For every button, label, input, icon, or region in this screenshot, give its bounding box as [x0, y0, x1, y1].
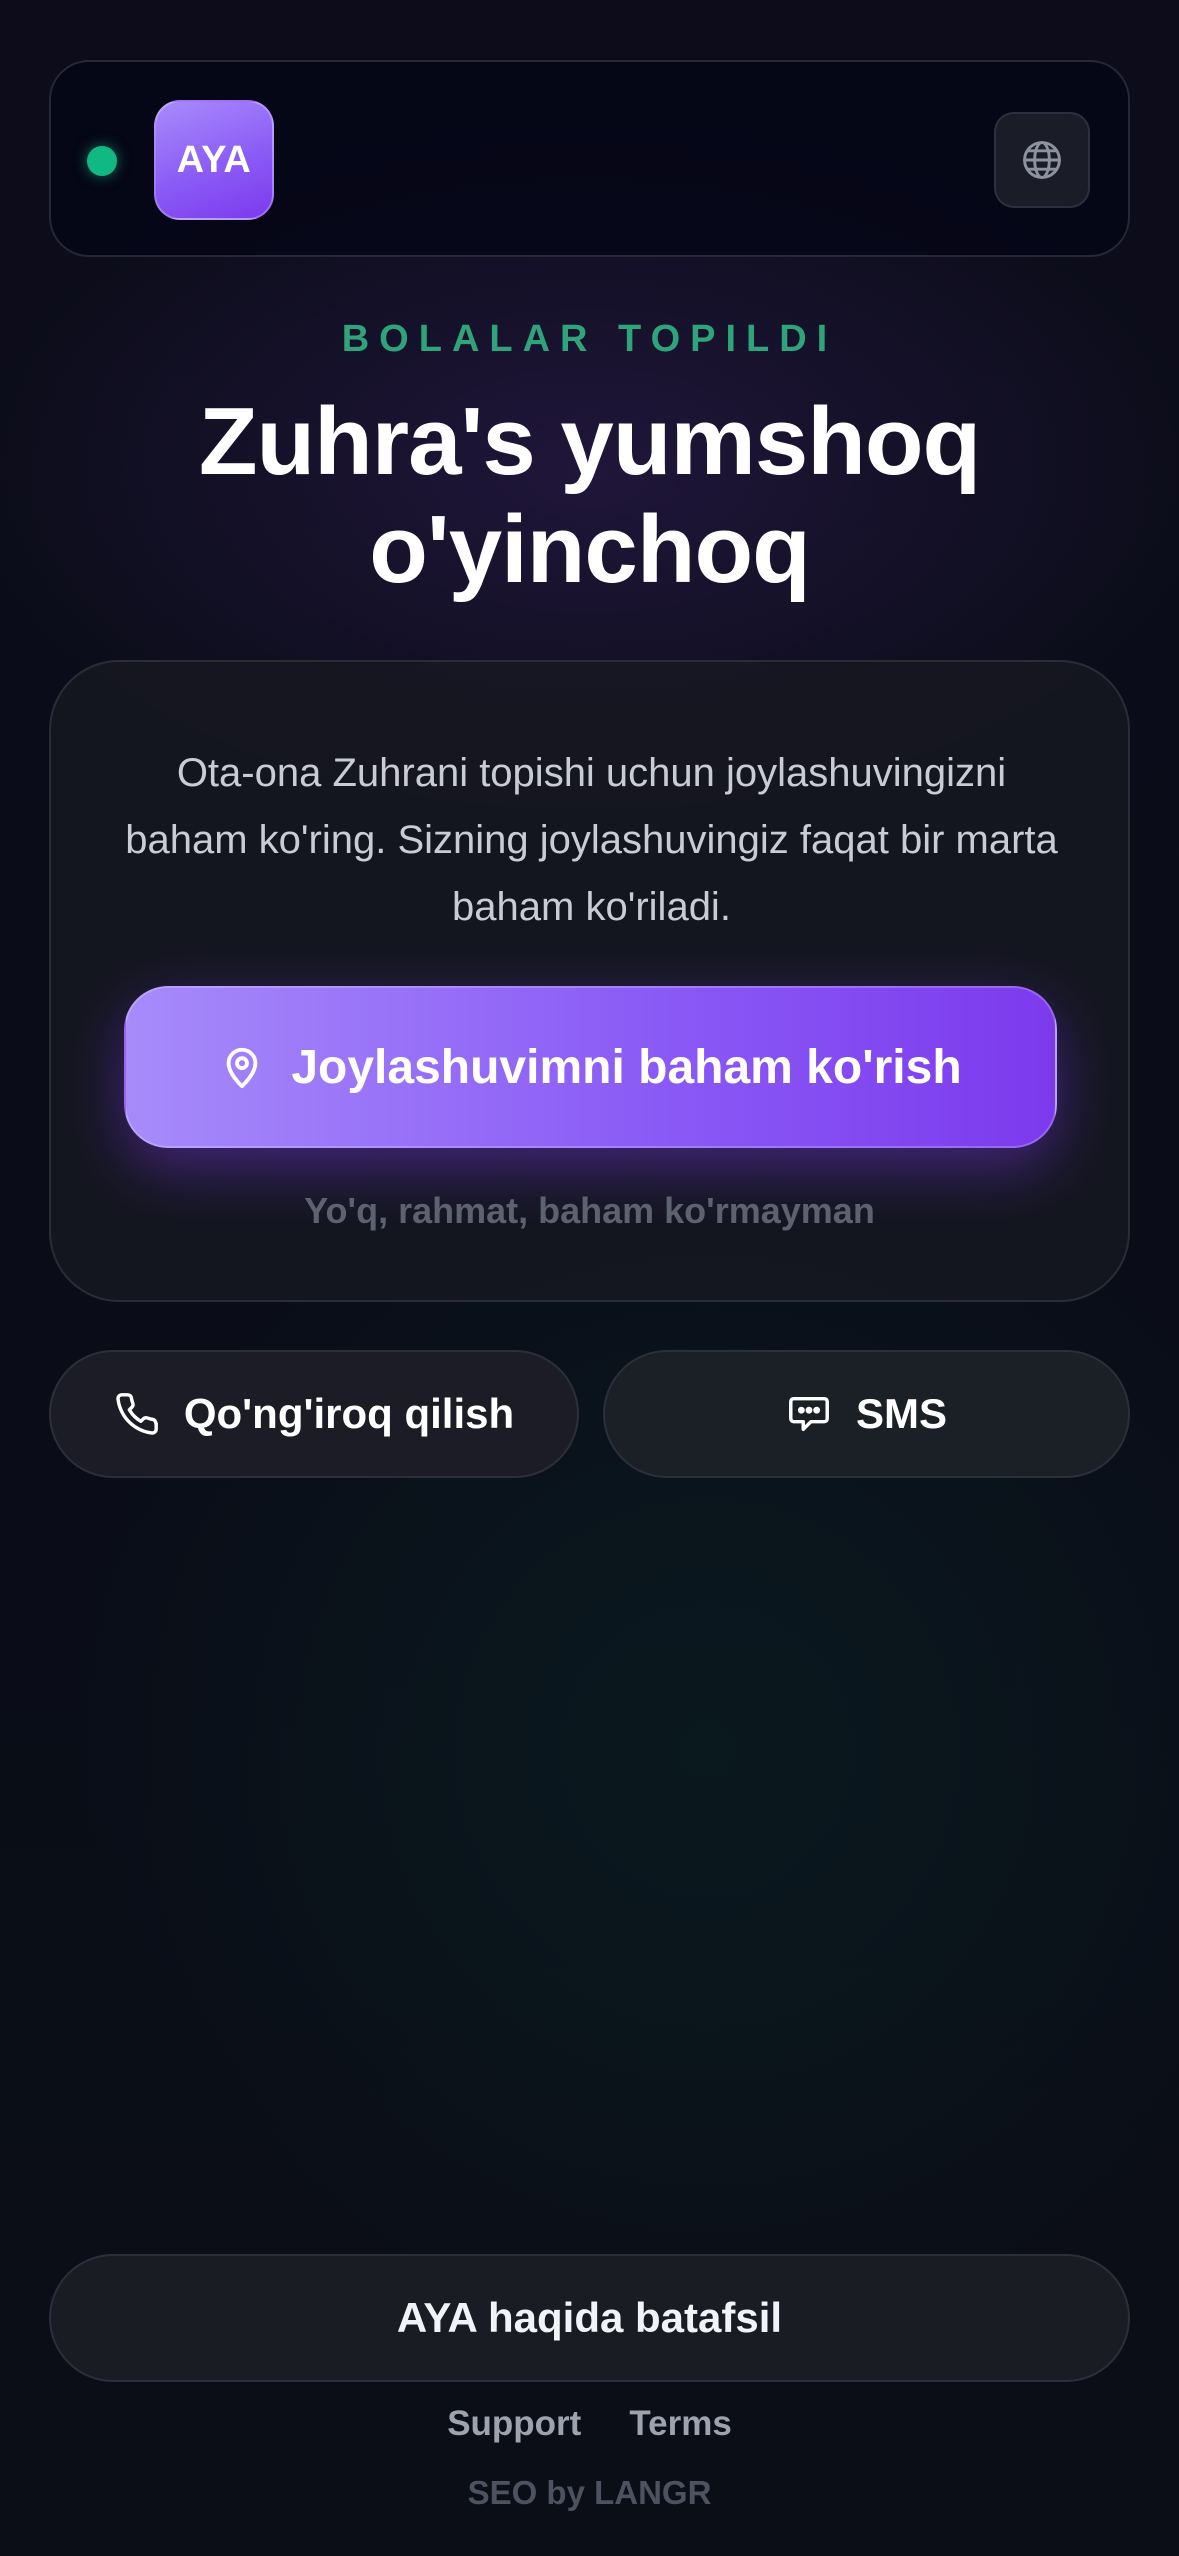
decline-share-link[interactable]: Yo'q, rahmat, baham ko'rmayman: [51, 1190, 1128, 1232]
eyebrow-label: BOLALAR TOPILDI: [341, 318, 838, 360]
globe-icon: [1020, 138, 1064, 182]
share-location-message: Ota-ona Zuhrani topishi uchun joylashuvi…: [125, 751, 1058, 929]
share-location-label: Joylashuvimni baham ko'rish: [291, 1040, 962, 1094]
status-indicator: [87, 146, 117, 176]
map-pin-icon: [219, 1044, 265, 1090]
footer-links: Support Terms: [0, 2404, 1179, 2444]
chat-bubble-icon: [786, 1391, 832, 1437]
phone-icon: [114, 1391, 160, 1437]
top-bar: AYA: [49, 60, 1130, 257]
call-label: Qo'ng'iroq qilish: [183, 1390, 515, 1437]
footer-credit: SEO by LANGR: [467, 2474, 712, 2511]
support-link[interactable]: Support: [447, 2404, 581, 2444]
share-location-card: Ota-ona Zuhrani topishi uchun joylashuvi…: [49, 660, 1130, 1302]
call-button[interactable]: Qo'ng'iroq qilish: [49, 1350, 579, 1478]
about-aya-button[interactable]: AYA haqida batafsil: [49, 2254, 1130, 2382]
sms-label: SMS: [855, 1390, 947, 1437]
about-aya-label: AYA haqida batafsil: [396, 2294, 783, 2341]
language-button[interactable]: [994, 112, 1090, 208]
logo-text: AYA: [176, 138, 252, 181]
share-location-button[interactable]: Joylashuvimni baham ko'rish: [124, 986, 1057, 1148]
aya-logo[interactable]: AYA: [154, 100, 274, 220]
page-title: Zuhra's yumshoq o'yinchoq: [198, 388, 981, 603]
terms-link[interactable]: Terms: [629, 2404, 731, 2444]
sms-button[interactable]: SMS: [603, 1350, 1130, 1478]
